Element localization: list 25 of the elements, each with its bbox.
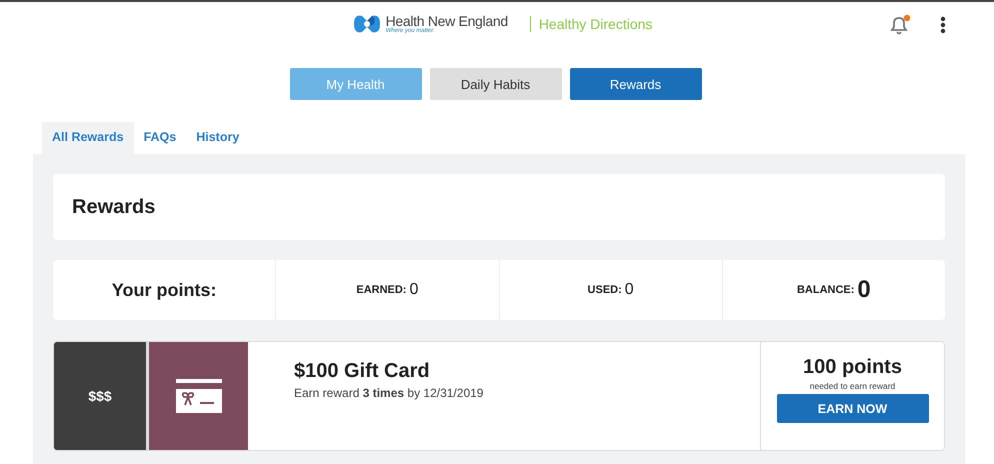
- reward-cost: 100 points: [803, 356, 902, 379]
- brand-name: Health New England: [386, 14, 508, 28]
- reward-tag: $$$: [54, 342, 149, 450]
- reward-title: $100 Gift Card: [294, 360, 431, 383]
- main-tab[interactable]: Rewards: [570, 68, 702, 100]
- main-tab[interactable]: Daily Habits: [430, 68, 562, 100]
- stat-value: 0: [857, 276, 871, 304]
- reward-description: Earn reward 3 times by 12/31/2019: [294, 386, 484, 400]
- cost-note: needed to earn reward: [810, 381, 896, 391]
- stat-value: 0: [409, 281, 418, 299]
- page-title: Rewards: [72, 196, 156, 218]
- main-tab[interactable]: My Health: [290, 68, 422, 100]
- stat-label: EARNED:: [356, 284, 406, 296]
- notification-bell-icon[interactable]: [888, 14, 912, 36]
- points-label: Your points:: [112, 280, 216, 300]
- stat-label: USED:: [588, 284, 622, 296]
- more-menu-icon[interactable]: [940, 16, 946, 34]
- gift-card-icon: [176, 379, 222, 413]
- earn-now-button[interactable]: EARN NOW: [776, 394, 928, 423]
- stat-value: 0: [624, 281, 634, 299]
- program-name: Healthy Directions: [530, 16, 652, 32]
- sub-tab[interactable]: All Rewards: [42, 122, 134, 154]
- sub-tab[interactable]: History: [186, 122, 250, 154]
- stat-label: BALANCE:: [796, 284, 854, 296]
- sub-tab[interactable]: FAQs: [134, 122, 186, 154]
